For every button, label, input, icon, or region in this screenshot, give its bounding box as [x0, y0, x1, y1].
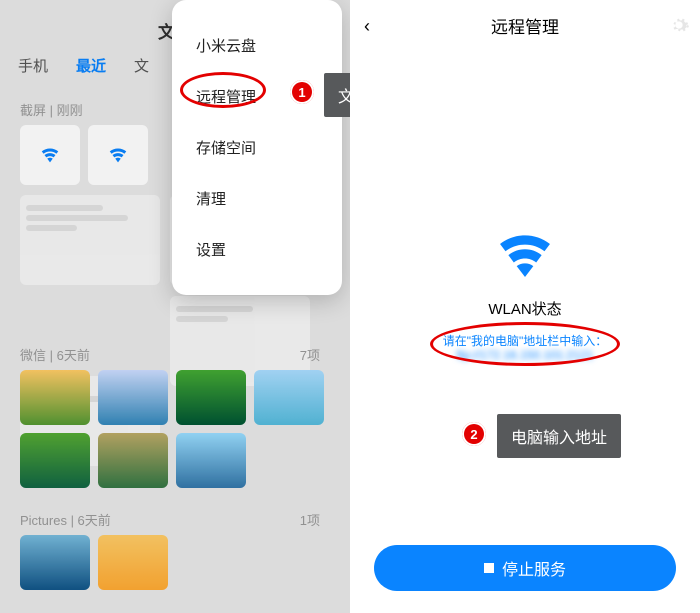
annotation-badge-1: 1	[290, 80, 314, 104]
wlan-status-label: WLAN状态	[350, 298, 700, 319]
annotation-callout-2: 电脑输入地址	[497, 414, 621, 458]
header-bar: ‹ 远程管理	[350, 0, 700, 50]
menu-item-cloud[interactable]: 小米云盘	[172, 20, 342, 71]
menu-item-storage[interactable]: 存储空间	[172, 122, 342, 173]
page-title: 远程管理	[491, 13, 559, 38]
stop-icon	[484, 563, 494, 573]
remote-management-screen: ‹ 远程管理 WLAN状态 请在"我的电脑"地址栏中输入： ftp://172.…	[350, 0, 700, 613]
annotation-badge-2: 2	[462, 422, 486, 446]
menu-item-cleanup[interactable]: 清理	[172, 173, 342, 224]
stop-button-label: 停止服务	[502, 556, 566, 580]
back-button[interactable]: ‹	[364, 16, 370, 37]
gear-icon[interactable]	[668, 14, 690, 36]
stop-service-button[interactable]: 停止服务	[374, 545, 676, 591]
annotation-ellipse-1	[180, 72, 266, 108]
menu-item-settings[interactable]: 设置	[172, 224, 342, 275]
wifi-icon	[493, 225, 557, 282]
annotation-ellipse-2	[430, 322, 620, 366]
overflow-menu: 小米云盘 远程管理 存储空间 清理 设置	[172, 0, 342, 295]
